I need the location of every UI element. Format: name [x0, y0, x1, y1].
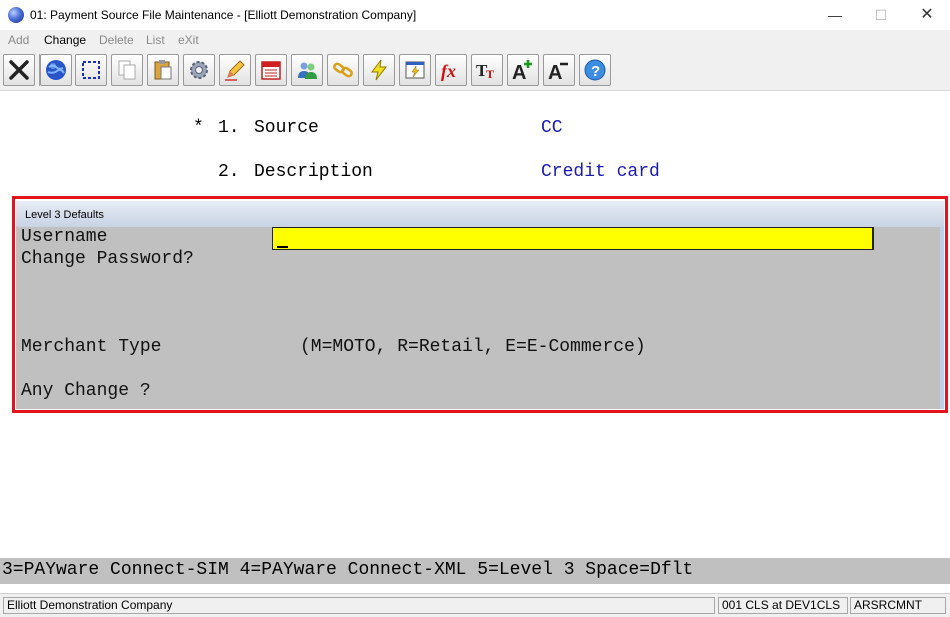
menu-bar: Add Change Delete List eXit — [0, 30, 950, 50]
menu-exit[interactable]: eXit — [178, 33, 199, 47]
menu-list[interactable]: List — [146, 33, 165, 47]
users-icon — [298, 62, 317, 79]
calendar-icon — [261, 61, 281, 80]
help-icon: ? — [584, 59, 606, 81]
svg-text:?: ? — [591, 63, 600, 80]
source-required-marker: * — [193, 118, 204, 138]
font-decrease-icon: A — [548, 62, 568, 82]
username-label: Username — [21, 227, 108, 247]
menu-delete[interactable]: Delete — [99, 33, 134, 47]
menu-change[interactable]: Change — [44, 33, 86, 47]
edit-icon — [225, 60, 245, 81]
menu-add[interactable]: Add — [8, 33, 29, 47]
link-tool-button[interactable] — [327, 54, 359, 86]
select-icon — [82, 61, 100, 79]
calendar-tool-button[interactable] — [255, 54, 287, 86]
function-key-hints: 3=PAYware Connect-SIM 4=PAYware Connect-… — [2, 560, 694, 580]
description-field-value[interactable]: Credit card — [541, 162, 660, 182]
description-field-label: Description — [254, 162, 373, 182]
source-field-number: 1. — [218, 118, 240, 138]
source-field-label: Source — [254, 118, 319, 138]
title-bar: 01: Payment Source File Maintenance - [E… — [0, 0, 950, 30]
close-window-button[interactable]: ✕ — [904, 0, 950, 30]
status-session: 001 CLS at DEV1CLS — [718, 597, 848, 614]
settings-tool-button[interactable] — [183, 54, 215, 86]
settings-icon — [190, 61, 208, 79]
function-icon: fx — [441, 61, 456, 81]
toolbar: fx TT A A ? — [0, 50, 950, 91]
help-tool-button[interactable]: ? — [579, 54, 611, 86]
source-field-value[interactable]: CC — [541, 118, 563, 138]
window-title: 01: Payment Source File Maintenance - [E… — [30, 8, 417, 22]
change-password-label: Change Password? — [21, 249, 194, 269]
font-decrease-tool-button[interactable]: A — [543, 54, 575, 86]
copy-tool-button[interactable] — [111, 54, 143, 86]
app-globe-icon — [8, 7, 24, 23]
status-bar: Elliott Demonstration Company 001 CLS at… — [0, 593, 950, 617]
font-increase-tool-button[interactable]: A — [507, 54, 539, 86]
description-field-number: 2. — [218, 162, 240, 182]
maximize-button[interactable]: ☐ — [858, 0, 904, 30]
users-tool-button[interactable] — [291, 54, 323, 86]
any-change-label: Any Change ? — [21, 381, 151, 401]
globe-icon — [46, 60, 66, 80]
close-icon — [9, 60, 29, 80]
report-icon — [405, 61, 425, 79]
merchant-type-label: Merchant Type — [21, 337, 162, 357]
merchant-type-hint: (M=MOTO, R=Retail, E=E-Commerce) — [300, 337, 646, 357]
chain-icon — [333, 62, 353, 78]
lightning-icon — [371, 59, 388, 81]
globe-tool-button[interactable] — [40, 54, 72, 86]
function-key-bar: 3=PAYware Connect-SIM 4=PAYware Connect-… — [0, 558, 950, 584]
svg-text:T: T — [486, 67, 494, 81]
text-cursor — [277, 246, 288, 248]
username-input[interactable] — [272, 227, 874, 250]
edit-tool-button[interactable] — [219, 54, 251, 86]
minimize-button[interactable]: — — [812, 0, 858, 30]
status-program: ARSRCMNT — [850, 597, 946, 614]
function-tool-button[interactable]: fx — [435, 54, 467, 86]
paste-icon — [154, 60, 172, 80]
select-tool-button[interactable] — [75, 54, 107, 86]
font-icon: TT — [476, 61, 494, 81]
report-tool-button[interactable] — [399, 54, 431, 86]
copy-icon — [118, 60, 136, 80]
font-tool-button[interactable]: TT — [471, 54, 503, 86]
paste-tool-button[interactable] — [147, 54, 179, 86]
close-tool-button[interactable] — [3, 54, 35, 86]
status-company: Elliott Demonstration Company — [3, 597, 715, 614]
svg-text:fx: fx — [441, 61, 456, 81]
lightning-tool-button[interactable] — [363, 54, 395, 86]
font-increase-icon: A — [512, 60, 532, 82]
